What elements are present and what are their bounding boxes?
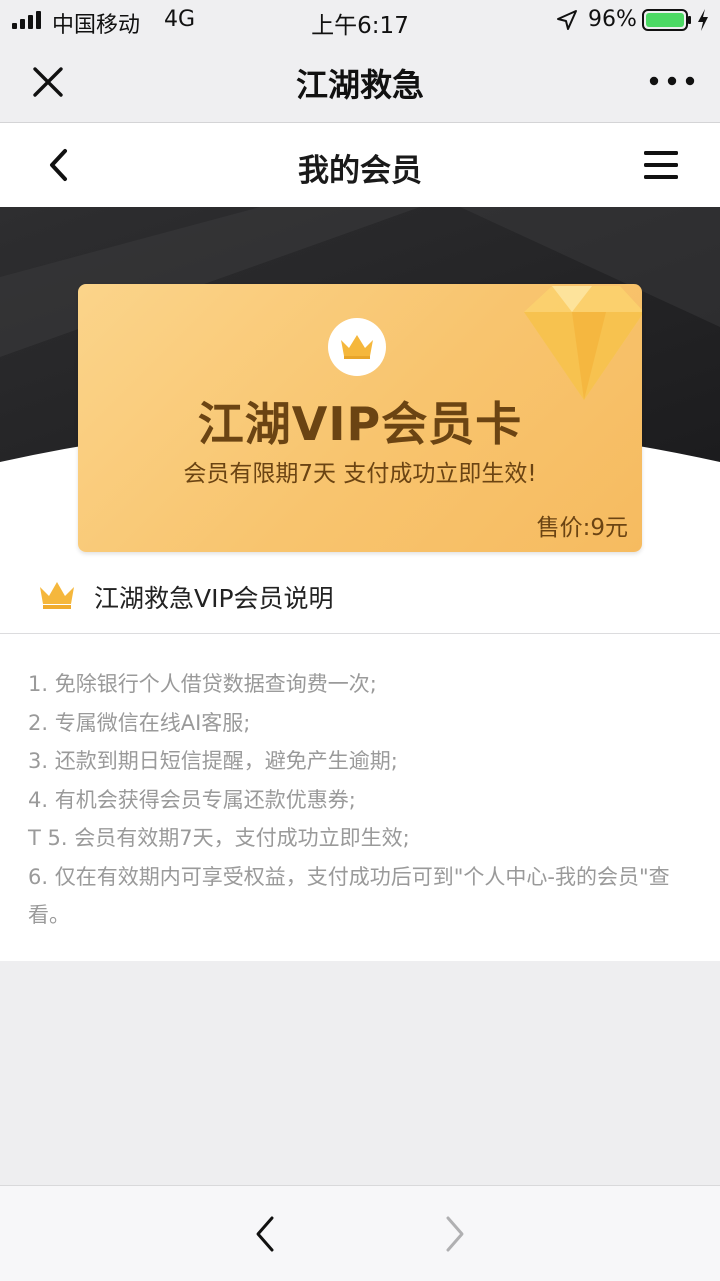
status-bar: 中国移动 4G 上午6:17 96% [0, 0, 720, 40]
app-title: 江湖救急 [295, 66, 424, 104]
page-title: 我的会员 [298, 153, 422, 189]
charging-bolt-icon [698, 9, 708, 31]
nav-back-icon[interactable] [248, 1212, 282, 1256]
page-header: 我的会员 [0, 123, 720, 207]
battery-icon [642, 9, 691, 31]
battery-percent: 96% [588, 7, 637, 32]
hero-banner: 江湖VIP会员卡 会员有限期7天 支付成功立即生效! 售价:9元 [0, 207, 720, 563]
vip-card[interactable]: 江湖VIP会员卡 会员有限期7天 支付成功立即生效! 售价:9元 [78, 284, 642, 552]
crown-icon [40, 582, 74, 609]
list-item: 3. 还款到期日短信提醒，避免产生逾期; [28, 749, 398, 773]
vip-description: 江湖救急VIP会员说明 1. 免除银行个人借贷数据查询费一次; 2. 专属微信在… [0, 563, 720, 961]
nav-forward-icon[interactable] [438, 1212, 472, 1256]
benefit-list: 1. 免除银行个人借贷数据查询费一次; 2. 专属微信在线AI客服; 3. 还款… [28, 665, 698, 935]
card-title: 江湖VIP会员卡 [197, 397, 523, 451]
description-header: 江湖救急VIP会员说明 [0, 563, 720, 634]
list-item: T 5. 会员有效期7天，支付成功立即生效; [28, 826, 410, 850]
list-item: 1. 免除银行个人借贷数据查询费一次; [28, 672, 377, 696]
title-bar: 江湖救急 [0, 40, 720, 123]
list-item: 2. 专属微信在线AI客服; [28, 710, 251, 735]
list-item: 4. 有机会获得会员专属还款优惠券; [28, 787, 356, 812]
card-subtitle: 会员有限期7天 支付成功立即生效! [183, 461, 537, 487]
menu-icon[interactable] [642, 149, 682, 181]
more-icon[interactable] [646, 66, 698, 96]
description-title: 江湖救急VIP会员说明 [94, 584, 334, 613]
bottom-nav [0, 1185, 720, 1281]
crown-icon [341, 335, 373, 359]
list-item: 6. 仅在有效期内可享受权益，支付成功后可到"个人中心-我的会员"查看。 [28, 864, 670, 928]
card-price: 售价:9元 [536, 515, 628, 541]
crown-badge [328, 318, 386, 376]
location-arrow-icon [557, 10, 577, 30]
diamond-icon [524, 286, 642, 400]
